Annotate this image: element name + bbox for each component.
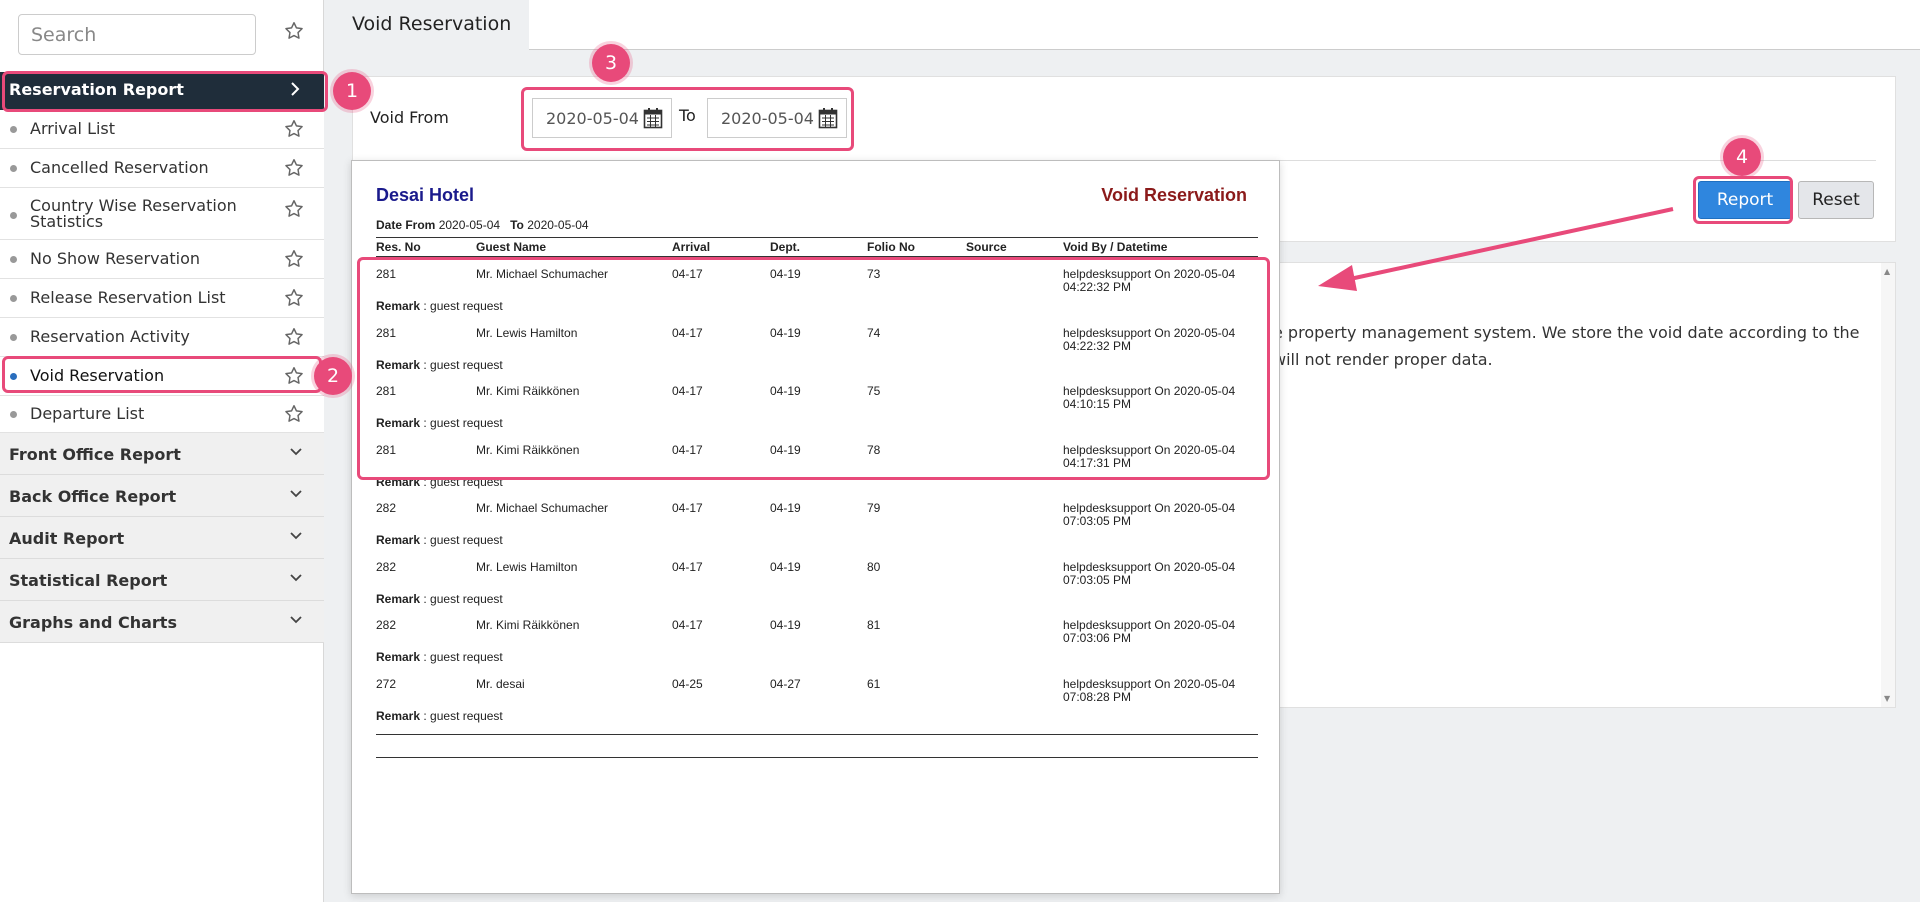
arrow-icon <box>1318 207 1674 291</box>
